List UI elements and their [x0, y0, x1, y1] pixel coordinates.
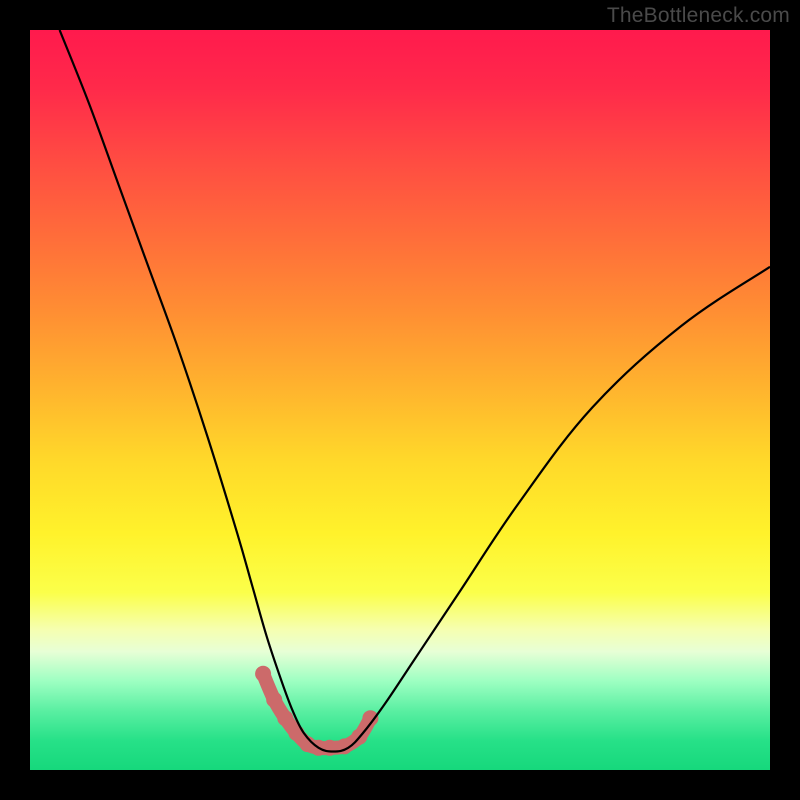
bottleneck-curve-svg: [30, 30, 770, 770]
watermark-text: TheBottleneck.com: [607, 4, 790, 28]
marker-point: [277, 710, 293, 726]
marker-point: [266, 692, 282, 708]
marker-point: [255, 666, 271, 682]
bottleneck-curve: [60, 30, 770, 752]
marker-point: [322, 740, 338, 756]
chart-plot-area: [30, 30, 770, 770]
